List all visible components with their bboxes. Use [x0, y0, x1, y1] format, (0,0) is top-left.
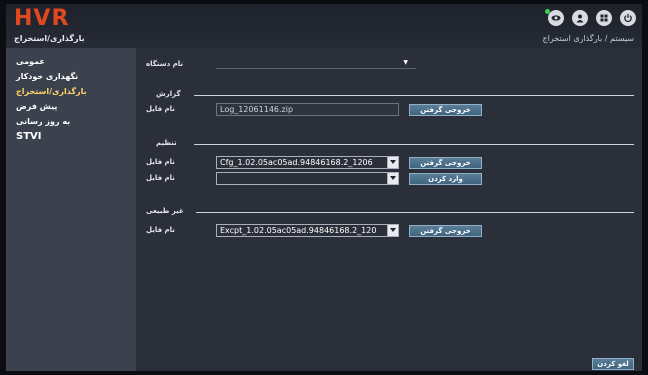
config-group-title: تنظیم — [156, 139, 177, 147]
config-import-button[interactable]: وارد کردن — [409, 173, 482, 185]
config-import-label: نام فایل — [146, 174, 175, 182]
abnormal-file-label: نام فایل — [146, 226, 175, 234]
nvr-window: HVR بارگذاری/استخراج سیستم / بارگذاری اس… — [6, 4, 642, 371]
config-file-select[interactable]: Cfg_1.02.05ac05ad.94846168.2_1206 — [216, 156, 399, 169]
sidebar-item-general[interactable]: عمومی — [6, 54, 136, 69]
device-name-label: نام دستگاه — [146, 60, 183, 68]
chevron-down-icon — [387, 225, 398, 236]
sidebar: عمومی نگهداری خودکار بارگذاری/استخراج پی… — [6, 48, 136, 371]
abnormal-group-title: غیر طبیعی — [146, 207, 184, 215]
config-file-value: Cfg_1.02.05ac05ad.94846168.2_1206 — [220, 158, 373, 167]
chevron-down-icon: ▼ — [403, 59, 408, 66]
report-divider — [194, 95, 634, 96]
chevron-down-icon — [387, 173, 398, 184]
sidebar-item-default[interactable]: پیش فرض — [6, 99, 136, 114]
sidebar-item-auto-maintain[interactable]: نگهداری خودکار — [6, 69, 136, 84]
report-file-field[interactable]: Log_12061146.zip — [216, 103, 399, 116]
sidebar-item-import-export[interactable]: بارگذاری/استخراج — [6, 84, 136, 99]
camera-icon[interactable] — [545, 9, 564, 26]
abnormal-file-select[interactable]: Excpt_1.02.05ac05ad.94846168.2_120 — [216, 224, 399, 237]
report-export-button[interactable]: خروجی گرفتن — [409, 104, 482, 116]
config-import-select[interactable] — [216, 172, 399, 185]
breadcrumb: سیستم / بارگذاری استخراج — [542, 34, 634, 43]
power-icon[interactable] — [620, 10, 636, 26]
top-icons — [545, 9, 636, 26]
sidebar-item-upgrade[interactable]: به روز رسانی — [6, 114, 136, 129]
abnormal-divider — [196, 212, 634, 213]
main-panel: نام دستگاه ▼ گزارش نام فایل Log_12061146… — [136, 48, 642, 371]
config-file-label: نام فایل — [146, 158, 175, 166]
status-dot — [545, 9, 550, 14]
config-export-button[interactable]: خروجی گرفتن — [409, 157, 482, 169]
cancel-button[interactable]: لغو کردن — [592, 358, 634, 370]
chevron-down-icon — [387, 157, 398, 168]
grid-icon[interactable] — [596, 10, 612, 26]
abnormal-export-button[interactable]: خروجی گرفتن — [409, 225, 482, 237]
user-icon[interactable] — [572, 10, 588, 26]
logo: HVR — [14, 6, 70, 31]
report-file-label: نام فایل — [146, 105, 175, 113]
report-group-title: گزارش — [156, 90, 181, 98]
abnormal-file-value: Excpt_1.02.05ac05ad.94846168.2_120 — [220, 226, 377, 235]
config-divider — [194, 144, 634, 145]
device-name-select[interactable]: ▼ — [216, 56, 416, 69]
sidebar-item-stvi[interactable]: STVI — [6, 129, 136, 144]
section-title: بارگذاری/استخراج — [14, 34, 85, 43]
top-bar: HVR بارگذاری/استخراج سیستم / بارگذاری اس… — [6, 4, 642, 48]
